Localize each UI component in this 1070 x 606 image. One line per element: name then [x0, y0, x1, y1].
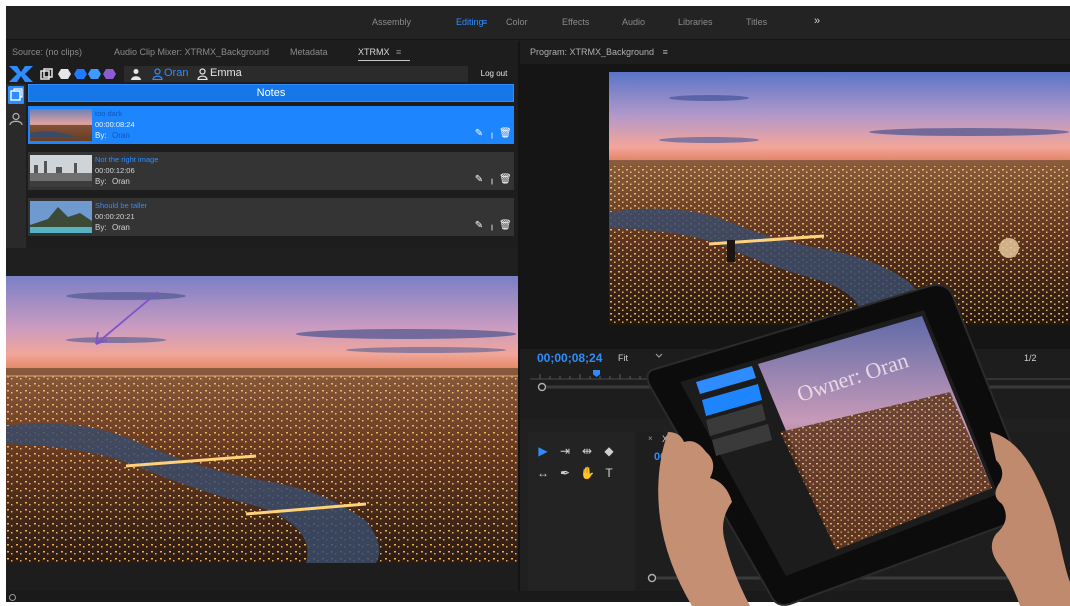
notes-icon — [10, 88, 23, 101]
workspace-menu-icon[interactable]: ≡ — [482, 17, 487, 27]
note-title: Should be taller — [95, 201, 148, 210]
razor-tool-icon[interactable]: ◆ — [602, 444, 616, 458]
lightblue-marker-icon[interactable] — [88, 68, 101, 80]
white-marker-icon[interactable] — [58, 68, 71, 80]
note-thumbnail — [30, 109, 92, 141]
note-thumbnail — [30, 201, 92, 233]
pencil-icon[interactable]: ✎ — [474, 174, 484, 186]
notes-view-button[interactable] — [8, 86, 24, 104]
pin-icon[interactable]: ╷ — [487, 128, 497, 140]
workspace-tab-color[interactable]: Color — [506, 17, 528, 27]
type-tool-icon[interactable]: T — [602, 466, 616, 480]
panel-menu-icon[interactable]: ≡ — [396, 47, 401, 57]
user-oran[interactable]: Oran — [164, 67, 188, 79]
user-strip: Oran Emma — [124, 66, 468, 82]
ripple-edit-icon[interactable]: ⇹ — [580, 444, 594, 458]
pin-icon[interactable]: ╷ — [487, 220, 497, 232]
source-panel-footer — [6, 563, 518, 591]
pencil-icon[interactable]: ✎ — [474, 128, 484, 140]
program-timecode[interactable]: 00;00;08;24 — [537, 351, 602, 365]
purple-marker-icon[interactable] — [103, 68, 116, 80]
pencil-icon[interactable]: ✎ — [474, 220, 484, 232]
trash-icon[interactable]: 🗑 — [499, 128, 512, 140]
workspace-tab-libraries[interactable]: Libraries — [678, 17, 713, 27]
program-monitor-title: Program: XTRMX_Background ≡ — [530, 47, 668, 57]
user-emma[interactable]: Emma — [210, 67, 242, 79]
workspace-tab-editing[interactable]: Editing — [456, 17, 484, 27]
workspace-bar: Assembly Editing ≡ Color Effects Audio L… — [6, 6, 1070, 40]
note-author: Oran — [112, 131, 130, 140]
note-author-label: By: — [95, 177, 107, 186]
workspace-tab-effects[interactable]: Effects — [562, 17, 589, 27]
note-author: Oran — [112, 223, 130, 232]
track-select-icon[interactable]: ⇥ — [558, 444, 572, 458]
note-title: Not the right image — [95, 155, 159, 164]
pin-icon[interactable]: ╷ — [487, 174, 497, 186]
notes-header: Notes — [28, 84, 514, 102]
xtrmx-toolbar: Oran Emma Log out — [6, 64, 518, 84]
workspace-tab-assembly[interactable]: Assembly — [372, 17, 411, 27]
workspace-tab-audio[interactable]: Audio — [622, 17, 645, 27]
slip-tool-icon[interactable]: ↔ — [536, 466, 550, 480]
more-workspaces-icon[interactable]: » — [814, 15, 820, 27]
note-author: Oran — [112, 177, 130, 186]
note-timecode: 00:00:12:06 — [95, 166, 135, 175]
source-frame-image — [6, 276, 518, 563]
xtrmx-sidebar — [6, 84, 26, 248]
note-timecode: 00:00:20:21 — [95, 212, 135, 221]
note-author-label: By: — [95, 223, 107, 232]
note-item[interactable]: Should be taller 00:00:20:21 By: Oran ✎ … — [28, 198, 514, 236]
zoom-fit-select[interactable]: Fit — [618, 353, 628, 363]
tab-metadata[interactable]: Metadata — [290, 47, 328, 57]
user-oran-icon — [152, 68, 163, 80]
workspace-tab-titles[interactable]: Titles — [746, 17, 767, 27]
logout-button[interactable]: Log out — [474, 67, 514, 81]
new-note-icon[interactable] — [40, 68, 53, 80]
hand-tool-icon[interactable]: ✋ — [580, 466, 595, 480]
tab-source[interactable]: Source: (no clips) — [12, 47, 82, 57]
note-author-label: By: — [95, 131, 107, 140]
note-title: too dark — [95, 109, 123, 118]
users-icon[interactable] — [130, 68, 142, 80]
user-emma-icon — [197, 68, 208, 80]
note-thumbnail — [30, 155, 92, 187]
blue-marker-icon[interactable] — [74, 68, 87, 80]
trash-icon[interactable]: 🗑 — [499, 174, 512, 186]
notes-list-empty-area — [6, 248, 518, 276]
source-panel-tabs: Source: (no clips) Audio Clip Mixer: XTR… — [6, 41, 518, 63]
status-icon — [9, 594, 16, 601]
program-title-text: Program: XTRMX_Background — [530, 47, 655, 57]
user-settings-icon[interactable] — [9, 112, 23, 126]
note-item[interactable]: too dark 00:00:08:24 By: Oran ✎ ╷ 🗑 — [28, 106, 514, 144]
pen-tool-icon[interactable]: ✒ — [558, 466, 572, 480]
trash-icon[interactable]: 🗑 — [499, 220, 512, 232]
selection-tool-icon[interactable]: ▶ — [536, 444, 550, 458]
tab-audio-clip-mixer[interactable]: Audio Clip Mixer: XTRMX_Background — [114, 47, 269, 57]
program-menu-icon[interactable]: ≡ — [663, 47, 668, 57]
note-item[interactable]: Not the right image 00:00:12:06 By: Oran… — [28, 152, 514, 190]
xtrmx-logo-icon — [9, 66, 33, 82]
tablet-overlay-image: Owner: Oran — [646, 284, 1070, 606]
note-timecode: 00:00:08:24 — [95, 120, 135, 129]
tools-panel: ▶ ⇥ ⇹ ◆ ↔ ✒ ✋ T — [528, 432, 634, 592]
tab-xtrmx[interactable]: XTRMX — [358, 47, 409, 61]
